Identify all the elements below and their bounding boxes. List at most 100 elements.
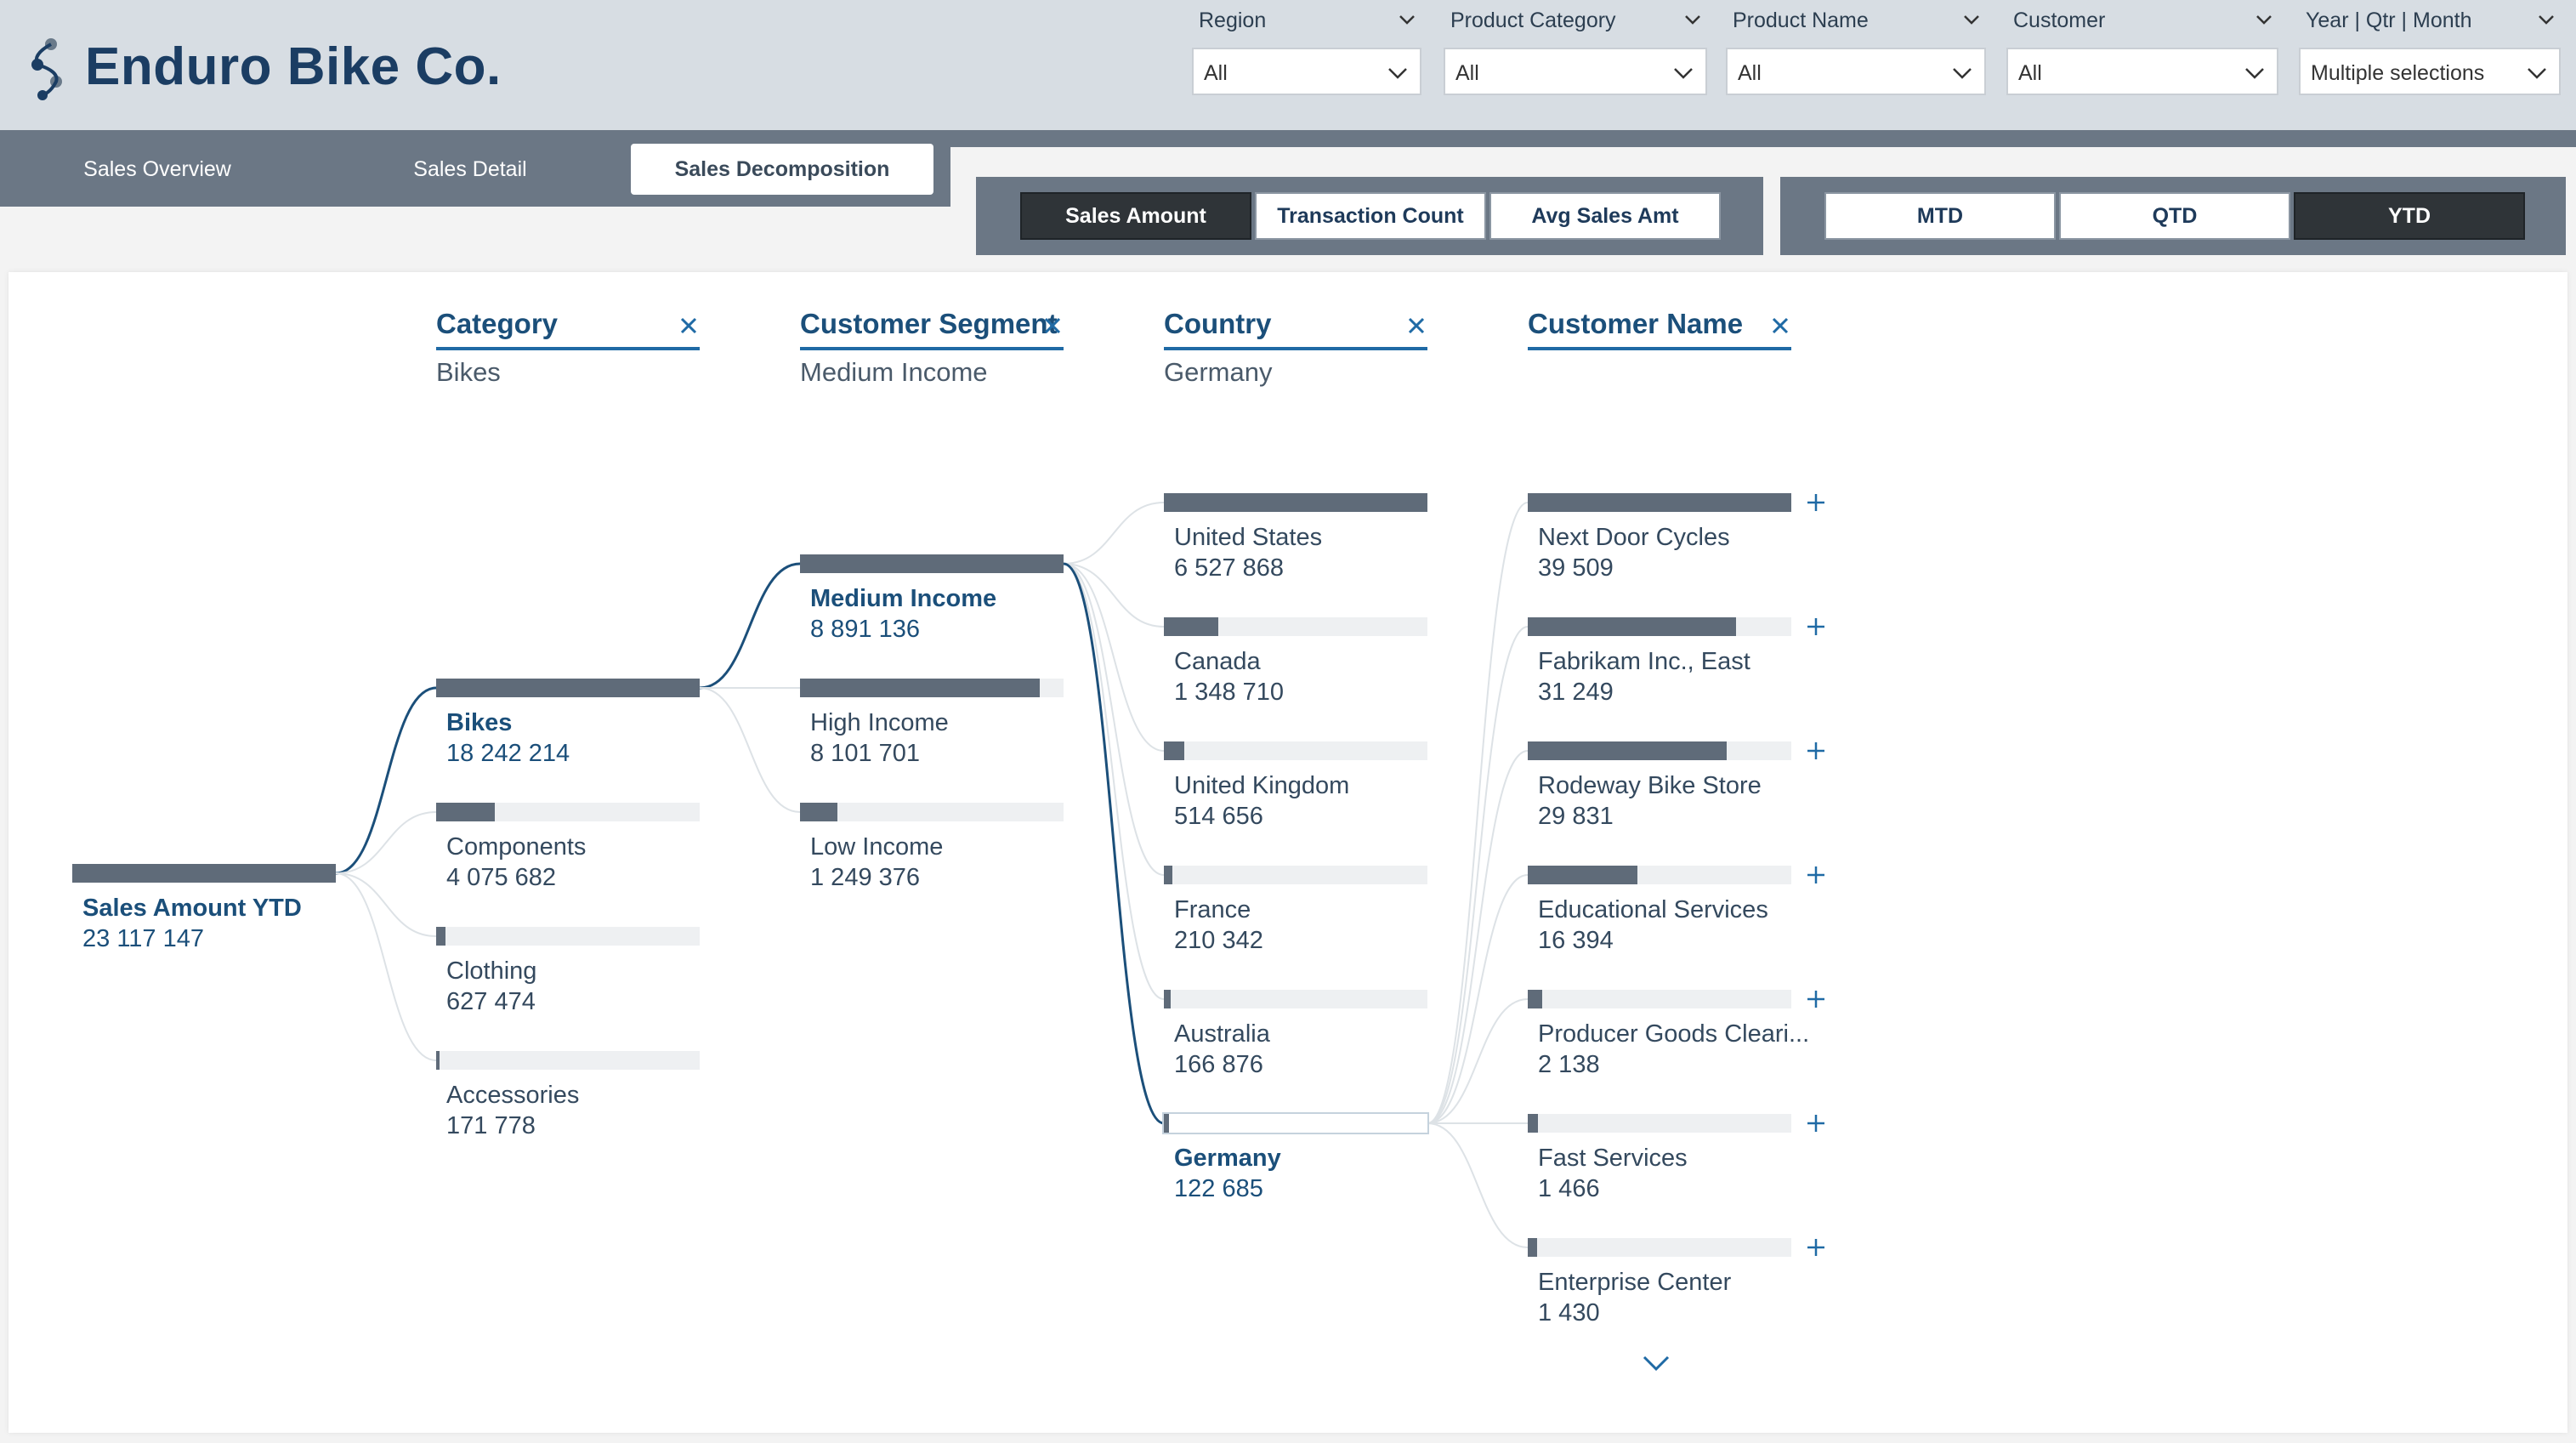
tab-sales-detail[interactable]: Sales Detail — [330, 144, 610, 195]
chevron-down-icon[interactable] — [2253, 9, 2275, 31]
decomposition-tree-visual — [9, 272, 2567, 1433]
plus-icon[interactable] — [1805, 616, 1827, 638]
chevron-down-icon[interactable] — [2241, 60, 2268, 87]
region-dropdown[interactable]: All — [1192, 48, 1421, 95]
chevron-down-icon[interactable] — [1949, 60, 1976, 87]
level-title: Customer Segment — [800, 308, 1058, 339]
node-value: 1 466 — [1538, 1175, 1600, 1202]
bar-track — [436, 927, 700, 946]
tree-node[interactable]: United Kingdom 514 656 — [1164, 741, 1427, 835]
bar-fill — [1528, 617, 1737, 636]
plus-icon[interactable] — [1805, 491, 1827, 514]
close-icon[interactable] — [1041, 315, 1064, 337]
period-selector: MTD QTD YTD — [1780, 177, 2566, 255]
product-name-dropdown[interactable]: All — [1726, 48, 1986, 95]
tree-node[interactable]: Rodeway Bike Store 29 831 — [1528, 741, 1791, 835]
node-label: Enterprise Center — [1538, 1269, 1732, 1296]
node-value: 122 685 — [1174, 1175, 1263, 1202]
filter-label: Year | Qtr | Month — [2306, 9, 2472, 32]
plus-icon[interactable] — [1805, 864, 1827, 886]
bar-track — [800, 803, 1064, 821]
plus-icon[interactable] — [1805, 988, 1827, 1010]
measure-transaction-count-button[interactable]: Transaction Count — [1255, 192, 1486, 240]
bar-fill — [800, 803, 837, 821]
close-icon[interactable] — [678, 315, 700, 337]
node-value: 18 242 214 — [446, 740, 570, 767]
tree-node[interactable]: Educational Services 16 394 — [1528, 866, 1791, 959]
tree-node[interactable]: High Income 8 101 701 — [800, 679, 1064, 772]
tree-node[interactable]: Low Income 1 249 376 — [800, 803, 1064, 896]
filter-label: Product Name — [1733, 9, 1869, 32]
tree-node[interactable]: Medium Income 8 891 136 — [800, 554, 1064, 648]
node-label: High Income — [810, 709, 949, 736]
bar-fill — [1164, 990, 1171, 1008]
tree-node[interactable]: Fast Services 1 466 — [1528, 1114, 1791, 1207]
bar-fill — [436, 803, 496, 821]
plus-icon[interactable] — [1805, 1236, 1827, 1258]
node-label: Low Income — [810, 833, 944, 861]
bar-fill — [436, 927, 445, 946]
bar-track — [1528, 866, 1791, 884]
bar-track — [436, 803, 700, 821]
measure-sales-amount-button[interactable]: Sales Amount — [1020, 192, 1251, 240]
tree-node[interactable]: Bikes 18 242 214 — [436, 679, 700, 772]
date-dropdown[interactable]: Multiple selections — [2299, 48, 2561, 95]
tree-node[interactable]: Clothing 627 474 — [436, 927, 700, 1020]
period-ytd-button[interactable]: YTD — [2294, 192, 2525, 240]
node-label: Fabrikam Inc., East — [1538, 648, 1750, 675]
node-value: 514 656 — [1174, 803, 1263, 830]
customer-filter[interactable]: Customer All — [2006, 0, 2278, 102]
bar-track — [1162, 1112, 1429, 1134]
tree-node[interactable]: Australia 166 876 — [1164, 990, 1427, 1083]
tree-node[interactable]: Producer Goods Cleari... 2 138 — [1528, 990, 1809, 1083]
node-value: 4 075 682 — [446, 864, 557, 891]
chevron-down-icon[interactable] — [1960, 9, 1983, 31]
close-icon[interactable] — [1405, 315, 1427, 337]
bar-fill — [800, 554, 1064, 573]
customer-dropdown[interactable]: All — [2006, 48, 2278, 95]
node-value: 166 876 — [1174, 1051, 1263, 1078]
tree-node[interactable]: Fabrikam Inc., East 31 249 — [1528, 617, 1791, 711]
chevron-down-icon[interactable] — [1639, 1352, 1673, 1376]
period-mtd-button[interactable]: MTD — [1824, 192, 2056, 240]
chevron-down-icon[interactable] — [1670, 60, 1697, 87]
node-label: Canada — [1174, 648, 1261, 675]
region-filter[interactable]: Region All — [1192, 0, 1421, 102]
node-value: 6 527 868 — [1174, 554, 1285, 582]
plus-icon[interactable] — [1805, 740, 1827, 762]
node-label: Bikes — [446, 709, 513, 736]
bar-fill — [1528, 1114, 1538, 1133]
level-title: Country — [1164, 308, 1272, 339]
tree-node[interactable]: Accessories 171 778 — [436, 1051, 700, 1145]
chevron-down-icon[interactable] — [1396, 9, 1418, 31]
tree-node[interactable]: Canada 1 348 710 — [1164, 617, 1427, 711]
period-qtd-button[interactable]: QTD — [2059, 192, 2290, 240]
product-category-filter[interactable]: Product Category All — [1444, 0, 1707, 102]
chevron-down-icon[interactable] — [1384, 60, 1411, 87]
tree-node[interactable]: Enterprise Center 1 430 — [1528, 1238, 1791, 1332]
node-value: 627 474 — [446, 988, 536, 1015]
close-icon[interactable] — [1769, 315, 1791, 337]
chevron-down-icon[interactable] — [2523, 60, 2550, 87]
tree-node[interactable]: United States 6 527 868 — [1164, 493, 1427, 587]
node-label: Educational Services — [1538, 896, 1768, 923]
node-value: 16 394 — [1538, 927, 1614, 954]
bar-track — [800, 554, 1064, 573]
tab-sales-overview[interactable]: Sales Overview — [17, 144, 298, 195]
tree-node[interactable]: Next Door Cycles 39 509 — [1528, 493, 1791, 587]
plus-icon[interactable] — [1805, 1112, 1827, 1134]
chevron-down-icon[interactable] — [1682, 9, 1704, 31]
tree-node[interactable]: France 210 342 — [1164, 866, 1427, 959]
date-filter[interactable]: Year | Qtr | Month Multiple selections — [2299, 0, 2561, 102]
measure-avg-sales-amt-button[interactable]: Avg Sales Amt — [1489, 192, 1721, 240]
filter-value: All — [2018, 61, 2042, 85]
tree-node[interactable]: Germany 122 685 — [1162, 1112, 1429, 1207]
tab-sales-decomposition[interactable]: Sales Decomposition — [631, 144, 933, 195]
chevron-down-icon[interactable] — [2535, 9, 2557, 31]
tree-node[interactable]: Components 4 075 682 — [436, 803, 700, 896]
product-category-dropdown[interactable]: All — [1444, 48, 1707, 95]
node-label: Clothing — [446, 957, 537, 985]
bar-track — [1528, 741, 1791, 760]
product-name-filter[interactable]: Product Name All — [1726, 0, 1986, 102]
root-node[interactable]: Sales Amount YTD 23 117 147 — [72, 864, 336, 957]
